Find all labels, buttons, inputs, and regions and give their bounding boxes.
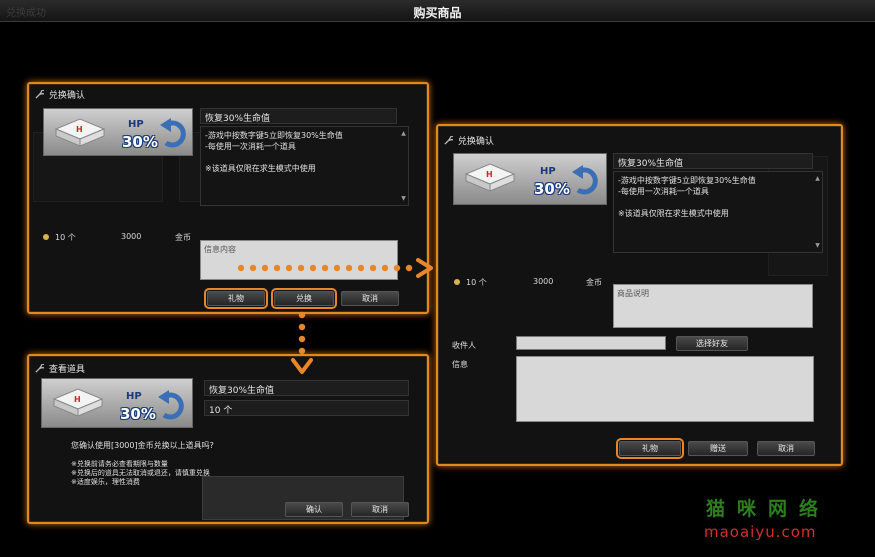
percent-label: 30%: [122, 133, 158, 151]
wrench-icon: [35, 90, 44, 99]
medkit-icon: H: [464, 163, 516, 192]
description-line: [618, 197, 818, 208]
currency-label: 金币: [586, 278, 602, 287]
description-scrollbar[interactable]: ▲ ▼: [814, 173, 821, 251]
percent-label: 30%: [534, 180, 570, 198]
price-row: 10 个: [454, 277, 487, 288]
currency-label: 金币: [175, 233, 191, 242]
hp-label: HP: [540, 166, 556, 177]
message-input[interactable]: 商品说明: [613, 284, 813, 328]
svg-text:H: H: [74, 395, 81, 404]
item-name: 恢复30%生命值: [613, 153, 813, 169]
medkit-icon: H: [54, 118, 106, 147]
description-line: -每使用一次消耗一个道具: [205, 142, 296, 151]
wrench-icon: [35, 364, 44, 373]
description-line: -游戏中按数字键5立即恢复30%生命值: [618, 176, 756, 185]
description-line: [205, 152, 404, 163]
flow-arrow-vertical: [291, 311, 313, 374]
info-textarea[interactable]: [516, 356, 814, 422]
cancel-button[interactable]: 取消: [757, 441, 815, 456]
scroll-up-icon[interactable]: ▲: [814, 173, 821, 184]
dialog-title: 查看道具: [35, 362, 85, 375]
radio-indicator-icon[interactable]: [454, 279, 460, 285]
flow-arrow-horizontal: [237, 258, 433, 278]
note-line: ※兑换前请务必查看期限与数量: [71, 460, 168, 468]
info-label: 信息: [452, 360, 468, 369]
note-line: ※适度娱乐，理性消费: [71, 478, 140, 486]
item-thumbnail: H HP 30%: [43, 108, 193, 156]
radio-indicator-icon[interactable]: [43, 234, 49, 240]
quantity-value: 10 个: [466, 278, 487, 287]
note-line: ※兑换后的道具无法取消或退还，请慎重兑换: [71, 469, 210, 477]
confirm-button[interactable]: 确认: [285, 502, 343, 517]
restore-arrow-icon: [158, 390, 184, 420]
svg-text:H: H: [486, 170, 493, 179]
exchange-confirm-dialog-b: 兑换确认 H HP 30% 恢复30%生命值 -游戏中按数字键5立即恢复30%生…: [436, 124, 843, 466]
title-bar: 兑换成功 购买商品: [0, 0, 875, 22]
choose-friend-button[interactable]: 选择好友: [676, 336, 748, 351]
svg-text:H: H: [76, 125, 83, 134]
restore-arrow-icon: [572, 165, 598, 195]
dialog-title: 兑换确认: [444, 134, 494, 147]
item-thumbnail: H HP 30%: [41, 378, 193, 428]
hp-label: HP: [128, 119, 144, 130]
wrench-icon: [444, 136, 453, 145]
price-row: 10 个: [43, 232, 76, 243]
price-value: 3000: [533, 277, 554, 286]
item-description: -游戏中按数字键5立即恢复30%生命值 -每使用一次消耗一个道具 ※该道具仅限在…: [200, 126, 409, 206]
item-description: -游戏中按数字键5立即恢复30%生命值 -每使用一次消耗一个道具 ※该道具仅限在…: [613, 171, 823, 253]
exchange-button[interactable]: 兑换: [271, 288, 337, 309]
cancel-button[interactable]: 取消: [341, 291, 399, 306]
medkit-icon: H: [52, 388, 104, 417]
dialog-title: 兑换确认: [35, 88, 85, 101]
description-line: -每使用一次消耗一个道具: [618, 187, 709, 196]
description-scrollbar[interactable]: ▲ ▼: [400, 128, 407, 204]
cancel-button[interactable]: 取消: [351, 502, 409, 517]
quantity-value: 10 个: [55, 233, 76, 242]
scroll-down-icon[interactable]: ▼: [814, 240, 821, 251]
send-button[interactable]: 赠送: [688, 441, 748, 456]
restore-arrow-icon: [160, 118, 186, 148]
gift-button[interactable]: 礼物: [204, 288, 268, 309]
price-value: 3000: [121, 232, 142, 241]
percent-label: 30%: [120, 405, 156, 423]
recipient-input[interactable]: [516, 336, 666, 350]
gift-button[interactable]: 礼物: [616, 438, 684, 459]
hp-label: HP: [126, 391, 142, 402]
scroll-up-icon[interactable]: ▲: [400, 128, 407, 139]
description-line: ※该道具仅限在求生模式中使用: [205, 164, 316, 173]
item-name: 恢复30%生命值: [200, 108, 397, 124]
recipient-label: 收件人: [452, 341, 476, 350]
item-name: 恢复30%生命值: [204, 380, 409, 396]
description-line: -游戏中按数字键5立即恢复30%生命值: [205, 131, 343, 140]
message-placeholder: 信息内容: [204, 245, 236, 254]
scroll-down-icon[interactable]: ▼: [400, 193, 407, 204]
confirm-question: 您确认使用[3000]金币兑换以上道具吗?: [71, 441, 214, 450]
window-title: 购买商品: [413, 6, 462, 20]
item-thumbnail: H HP 30%: [453, 153, 607, 205]
watermark-url: maoaiyu.com: [704, 523, 817, 541]
view-item-dialog: 查看道具 H HP 30% 恢复30%生命值 10 个 您确认使用[3000]金…: [27, 354, 429, 524]
watermark-chinese: 猫咪网络: [706, 498, 831, 520]
description-line: ※该道具仅限在求生模式中使用: [618, 209, 729, 218]
quantity-box: 10 个: [204, 400, 409, 416]
message-placeholder: 商品说明: [617, 289, 649, 298]
